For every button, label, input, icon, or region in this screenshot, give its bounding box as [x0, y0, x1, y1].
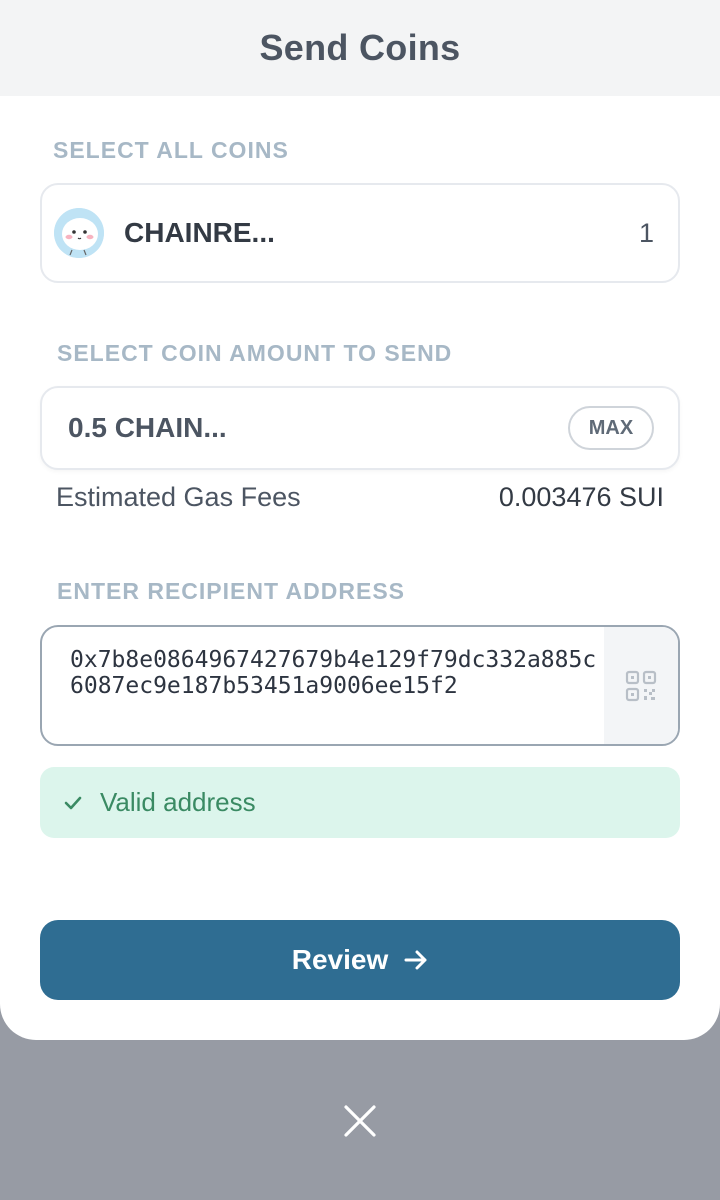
amount-label: SELECT COIN AMOUNT TO SEND: [57, 340, 453, 366]
qr-code-icon: [625, 670, 657, 701]
header: Send Coins: [0, 0, 720, 96]
gas-fees-row: Estimated Gas Fees 0.003476 SUI: [56, 482, 664, 513]
gas-fees-value: 0.003476 SUI: [498, 482, 664, 512]
recipient-address-input[interactable]: 0x7b8e0864967427679b4e129f79dc332a885c60…: [42, 627, 604, 744]
recipient-label: ENTER RECIPIENT ADDRESS: [57, 578, 406, 604]
coin-avatar-icon: [54, 208, 104, 258]
max-button[interactable]: MAX: [568, 406, 654, 450]
review-button[interactable]: Review: [40, 920, 680, 1000]
close-icon: [344, 1105, 376, 1137]
valid-address-text: Valid address: [100, 787, 256, 817]
coin-name: CHAINRE...: [124, 217, 275, 248]
close-button[interactable]: [336, 1097, 384, 1145]
page-title: Send Coins: [259, 27, 461, 68]
recipient-address-field[interactable]: 0x7b8e0864967427679b4e129f79dc332a885c60…: [40, 625, 680, 746]
select-coins-label: SELECT ALL COINS: [53, 137, 289, 163]
coin-count: 1: [638, 217, 654, 248]
review-button-label: Review: [291, 944, 389, 975]
arrow-right-icon: [404, 950, 427, 970]
check-icon: [64, 796, 82, 809]
send-coins-sheet: Send Coins SELECT ALL COINS CHAINRE... 1…: [0, 0, 720, 1040]
amount-input[interactable]: 0.5 CHAIN... MAX: [40, 386, 680, 470]
amount-value: 0.5 CHAIN...: [68, 412, 227, 443]
valid-address-banner: Valid address: [40, 767, 680, 838]
gas-fees-label: Estimated Gas Fees: [56, 482, 301, 512]
qr-scan-button[interactable]: [604, 627, 678, 744]
coin-select-row[interactable]: CHAINRE... 1: [40, 183, 680, 283]
